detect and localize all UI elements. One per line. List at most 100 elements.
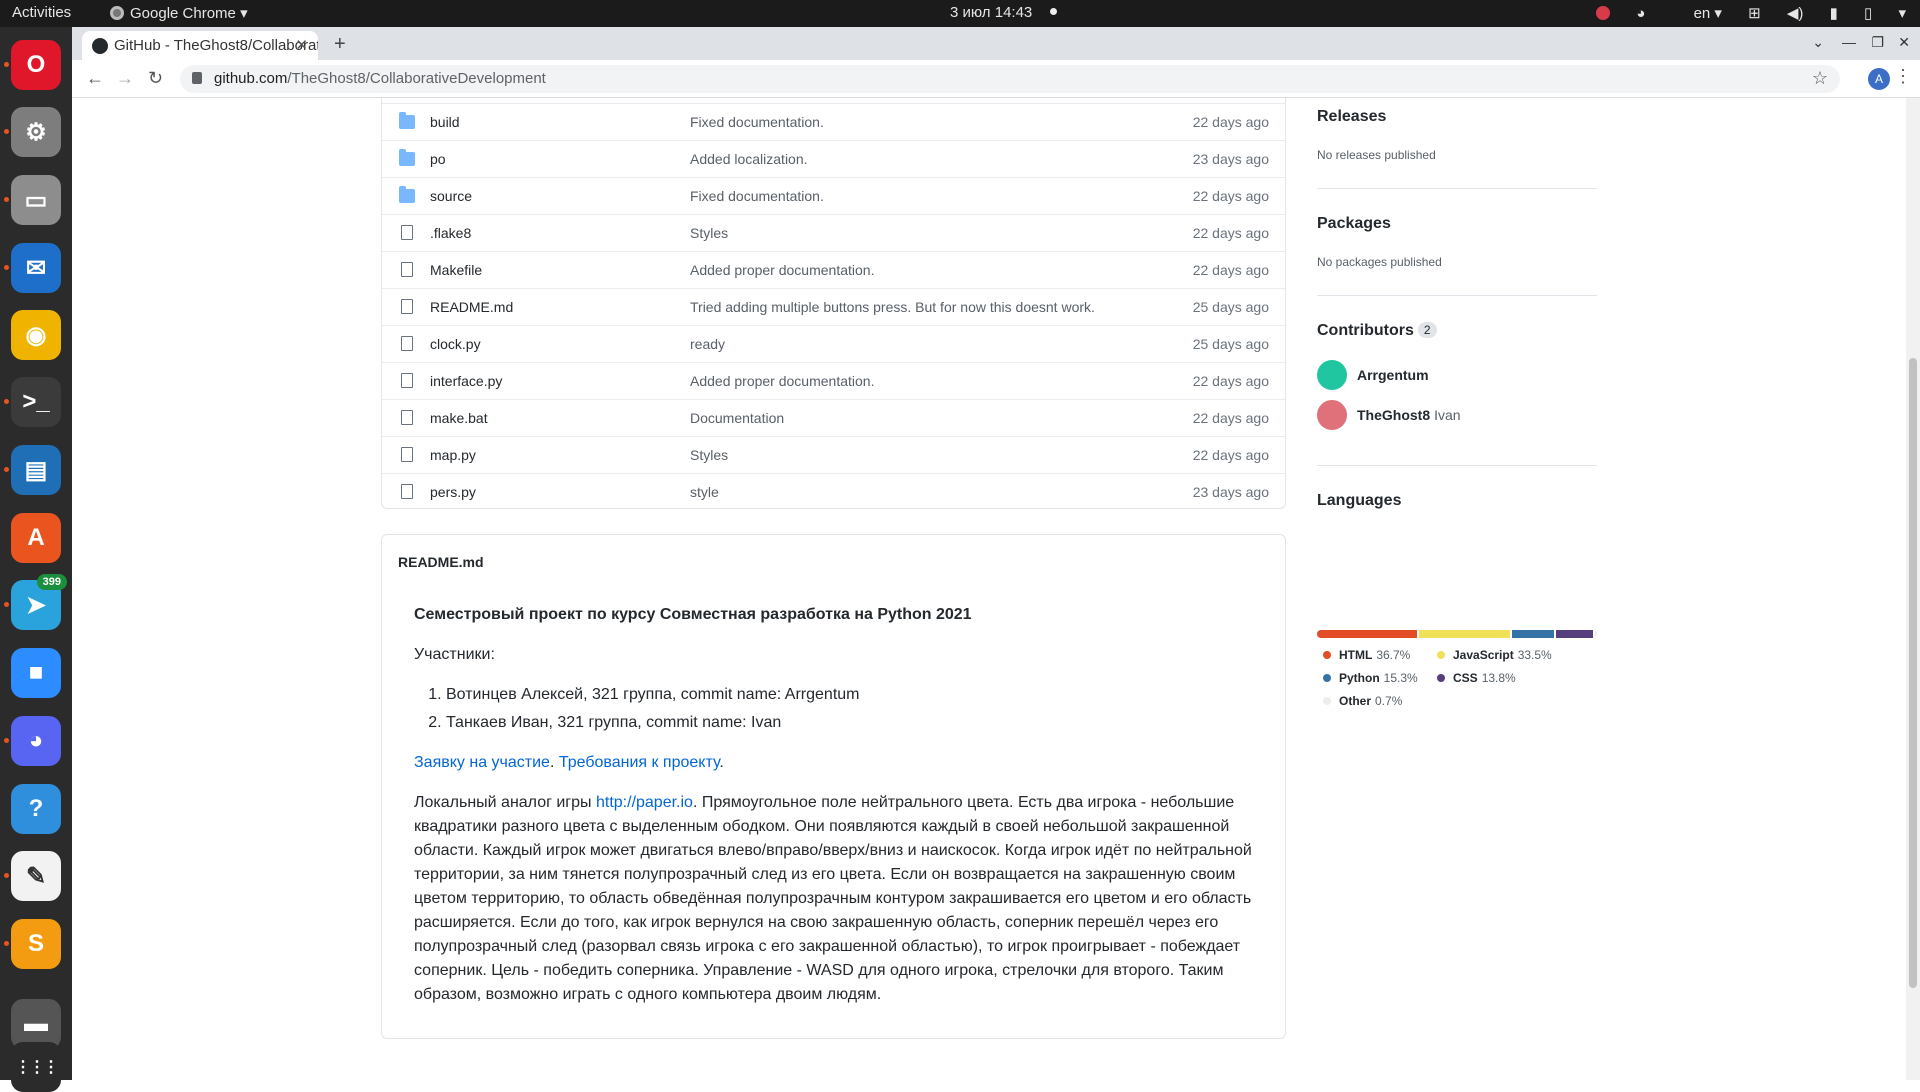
file-name-link[interactable]: clock.py (430, 336, 481, 352)
writer-icon[interactable]: ▤ (11, 445, 61, 495)
file-name-link[interactable]: interface.py (430, 373, 502, 389)
minimize-button[interactable]: — (1842, 34, 1856, 50)
profile-avatar[interactable]: A (1868, 68, 1890, 90)
new-tab-button[interactable]: + (334, 33, 346, 56)
restore-button[interactable]: ❐ (1871, 34, 1884, 51)
commit-age: 22 days ago (1192, 188, 1269, 204)
avatar[interactable] (1317, 360, 1347, 390)
file-name-link[interactable]: .flake8 (430, 225, 471, 241)
application-link[interactable]: Заявку на участие (414, 754, 550, 771)
commit-message-link[interactable]: Added proper documentation. (690, 373, 874, 389)
file-name-link[interactable]: source (430, 188, 472, 204)
file-name-link[interactable]: build (430, 114, 460, 130)
language-item[interactable]: HTML 36.7% (1323, 648, 1410, 662)
dock-icon-glyph: ▬ (24, 1010, 48, 1037)
running-indicator-icon (4, 265, 9, 270)
commit-message-link[interactable]: Tried adding multiple buttons press. But… (690, 299, 1095, 315)
commit-message-link[interactable]: ready (690, 336, 725, 352)
system-tray[interactable]: ◕ en ▾ ⊞ ◀) ▮ ▯ ▾ (1574, 4, 1906, 22)
network-icon[interactable]: ⊞ (1748, 4, 1761, 22)
file-icon (401, 299, 413, 314)
language-percent: 15.3% (1383, 671, 1418, 685)
zoom-icon[interactable]: ■ (11, 648, 61, 698)
releases-title[interactable]: Releases (1317, 108, 1386, 126)
settings-icon[interactable]: ⚙ (11, 107, 61, 157)
file-name-link[interactable]: map.py (430, 447, 476, 463)
system-menu-caret-icon[interactable]: ▾ (1898, 4, 1906, 22)
terminal-icon[interactable]: >_ (11, 377, 61, 427)
microphone-icon[interactable]: ▮ (1830, 4, 1838, 22)
commit-message-link[interactable]: Documentation (690, 410, 784, 426)
files-icon[interactable]: ▭ (11, 175, 61, 225)
file-row[interactable]: map.py Styles 22 days ago (382, 436, 1285, 473)
keyboard-layout[interactable]: en ▾ (1672, 4, 1722, 22)
tab-search-icon[interactable]: ⌄ (1812, 34, 1824, 51)
language-item[interactable]: CSS 13.8% (1437, 671, 1516, 685)
running-indicator-icon (4, 399, 9, 404)
clock-label: 3 июл 14:43 (950, 4, 1033, 21)
dock: O ⚙ ▭ ✉ ◉ >_ ▤ A ➤ 399 ■ ◕? ✎ S ▬ ⋮⋮⋮ (0, 27, 72, 1092)
text-editor-icon[interactable]: ✎ (11, 851, 61, 901)
language-item[interactable]: JavaScript 33.5% (1437, 648, 1552, 662)
clock[interactable]: 3 июл 14:43 (950, 4, 1058, 21)
avatar[interactable] (1317, 400, 1347, 430)
file-row[interactable]: make.bat Documentation 22 days ago (382, 399, 1285, 436)
battery-icon[interactable]: ▯ (1864, 4, 1872, 22)
file-name-link[interactable]: make.bat (430, 410, 488, 426)
commit-message-link[interactable]: Added proper documentation. (690, 262, 874, 278)
close-window-button[interactable]: ✕ (1898, 34, 1910, 51)
commit-message-link[interactable]: Fixed documentation. (690, 114, 824, 130)
file-row[interactable]: clock.py ready 25 days ago (382, 325, 1285, 362)
file-row[interactable]: README.md Tried adding multiple buttons p… (382, 288, 1285, 325)
file-name-link[interactable]: README.md (430, 299, 513, 315)
volume-icon[interactable]: ◀) (1787, 4, 1804, 22)
bookmark-star-icon[interactable]: ☆ (1812, 68, 1828, 89)
discord-icon[interactable]: ◕ (11, 716, 61, 766)
file-row[interactable]: build Fixed documentation. 22 days ago (382, 103, 1285, 140)
software-center-icon[interactable]: A (11, 513, 61, 563)
close-tab-icon[interactable]: ✕ (295, 36, 308, 54)
telegram-icon[interactable]: ➤ 399 (11, 574, 67, 630)
commit-message-link[interactable]: Styles (690, 447, 728, 463)
language-name: Python (1339, 671, 1380, 685)
paper-io-link[interactable]: http://paper.io (596, 794, 693, 811)
file-row[interactable]: source Fixed documentation. 22 days ago (382, 177, 1285, 214)
tab-github[interactable]: GitHub - TheGhost8/CollaborativeDevelopm… (82, 31, 318, 60)
commit-message-link[interactable]: Styles (690, 225, 728, 241)
address-bar[interactable]: github.com/TheGhost8/CollaborativeDevelo… (180, 65, 1840, 93)
opera-icon[interactable]: O (11, 40, 61, 90)
commit-message-link[interactable]: Fixed documentation. (690, 188, 824, 204)
page-scrollbar[interactable] (1906, 98, 1920, 1080)
activities-button[interactable]: Activities (12, 4, 71, 21)
file-row[interactable]: pers.py style 23 days ago (382, 473, 1285, 510)
packages-title[interactable]: Packages (1317, 215, 1391, 233)
rhythmbox-icon[interactable]: ◉ (11, 310, 61, 360)
discord-tray-icon[interactable]: ◕ (1636, 5, 1645, 22)
forward-button[interactable]: → (116, 68, 134, 89)
scrollbar-thumb[interactable] (1909, 358, 1917, 988)
thunderbird-icon[interactable]: ✉ (11, 243, 61, 293)
chrome-menu-icon[interactable]: ⋮ (1894, 66, 1912, 87)
file-row[interactable]: Makefile Added proper documentation. 22 da… (382, 251, 1285, 288)
contributors-title[interactable]: Contributors 2 (1317, 322, 1437, 340)
dock-icon-glyph: ▤ (24, 456, 48, 484)
show-apps-icon[interactable]: ⋮⋮⋮ (11, 1042, 61, 1092)
file-name-link[interactable]: po (430, 151, 446, 167)
reload-button[interactable]: ↻ (148, 68, 163, 89)
sublime-icon[interactable]: S (11, 919, 61, 969)
file-name-link[interactable]: pers.py (430, 484, 476, 500)
file-row[interactable]: po Added localization. 23 days ago (382, 140, 1285, 177)
lock-icon[interactable] (192, 72, 202, 84)
help-icon[interactable]: ? (11, 784, 61, 834)
commit-message-link[interactable]: Added localization. (690, 151, 808, 167)
file-name-link[interactable]: Makefile (430, 262, 482, 278)
language-item[interactable]: Other 0.7% (1323, 694, 1402, 708)
commit-message-link[interactable]: style (690, 484, 719, 500)
chrome-remote-icon[interactable] (1596, 6, 1611, 20)
back-button[interactable]: ← (86, 68, 104, 89)
app-menu[interactable]: Google Chrome ▾ (110, 4, 248, 22)
requirements-link[interactable]: Требования к проекту (559, 754, 720, 771)
file-row[interactable]: interface.py Added proper documentation. 2… (382, 362, 1285, 399)
file-row[interactable]: .flake8 Styles 22 days ago (382, 214, 1285, 251)
language-item[interactable]: Python 15.3% (1323, 671, 1418, 685)
